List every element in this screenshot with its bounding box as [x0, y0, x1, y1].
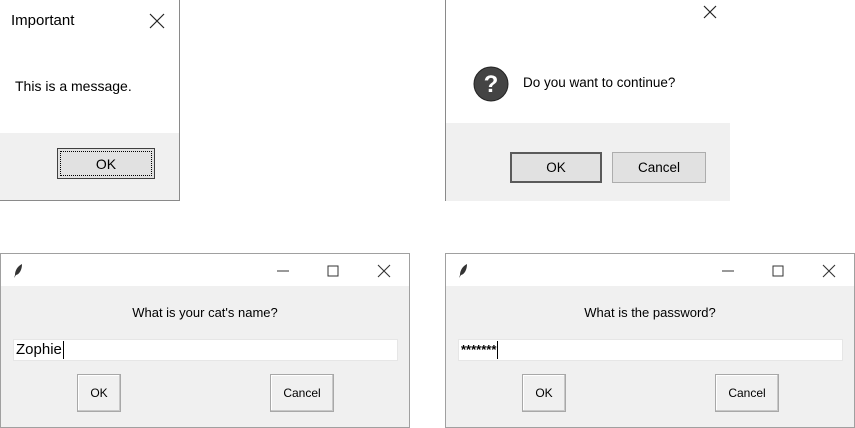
maximize-icon[interactable] [769, 262, 787, 280]
question-icon: ? [473, 66, 509, 102]
ok-button[interactable]: OK [510, 152, 602, 183]
text-cursor [497, 341, 499, 359]
ok-button[interactable]: OK [522, 374, 566, 412]
cancel-button[interactable]: Cancel [612, 152, 706, 183]
close-icon[interactable] [148, 12, 166, 30]
svg-text:?: ? [484, 71, 499, 98]
question-text: Do you want to continue? [523, 75, 676, 90]
close-icon[interactable] [820, 262, 838, 280]
prompt-text: What is the password? [584, 305, 716, 320]
ok-button[interactable]: OK [57, 148, 155, 179]
text-cursor [62, 341, 64, 359]
minimize-icon[interactable] [719, 262, 737, 280]
minimize-icon[interactable] [274, 262, 292, 280]
question-dialog: ? Do you want to continue? OK Cancel [445, 0, 730, 201]
close-icon[interactable] [701, 3, 719, 21]
name-input[interactable]: Zophie [13, 339, 398, 361]
input-value: Zophie [16, 341, 62, 358]
cancel-button[interactable]: Cancel [715, 374, 779, 412]
message-dialog: Important This is a message. OK [0, 0, 180, 201]
prompt-text: What is your cat's name? [132, 305, 278, 320]
ok-button[interactable]: OK [77, 374, 121, 412]
input-value: ******* [461, 342, 497, 357]
feather-icon [12, 263, 24, 279]
maximize-icon[interactable] [324, 262, 342, 280]
message-text: This is a message. [15, 78, 132, 94]
cancel-button[interactable]: Cancel [270, 374, 334, 412]
password-input[interactable]: ******* [458, 339, 843, 361]
dialog-title: Important [11, 12, 75, 29]
feather-icon [457, 263, 469, 279]
name-input-dialog: What is your cat's name? Zophie OK Cance… [0, 253, 410, 428]
close-icon[interactable] [375, 262, 393, 280]
password-input-dialog: What is the password? ******* OK Cancel [445, 253, 855, 428]
